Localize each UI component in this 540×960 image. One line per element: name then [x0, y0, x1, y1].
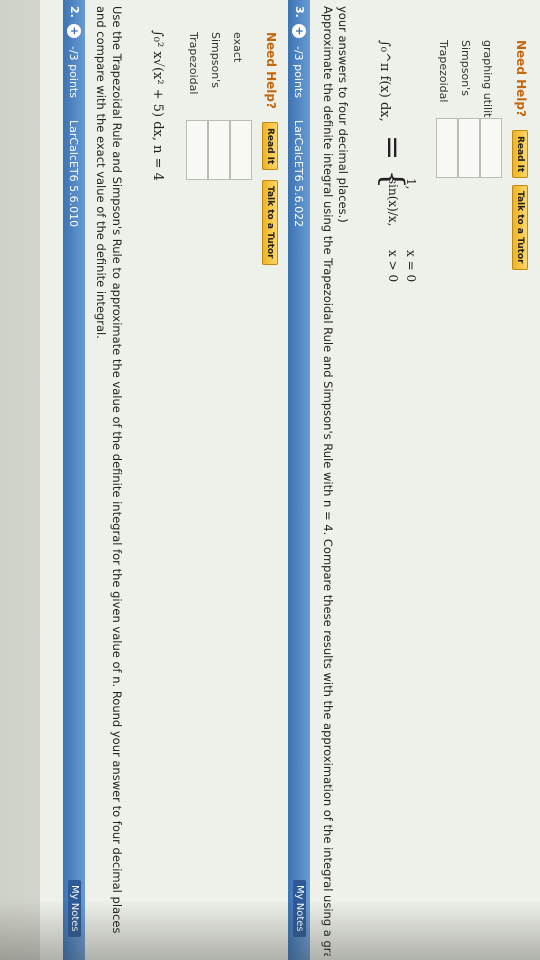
q3-input-simpsons[interactable] [458, 118, 480, 178]
q2-number: 2. [68, 6, 81, 18]
bottom-shade [0, 900, 540, 960]
q3-label-simpsons: Simpson's [459, 40, 472, 96]
q3-piece-2: 1, [404, 178, 418, 190]
q2-header: 2. + -/3 points LarCalcET6 5.6.010 My No… [63, 0, 85, 960]
q3-need-help: Need Help? [514, 40, 528, 117]
q2-plus-icon[interactable]: + [67, 24, 81, 38]
q3-input-graphing[interactable] [480, 118, 502, 178]
q2-id: LarCalcET6 5.6.010 [67, 120, 80, 228]
q2-points: -/3 points [67, 46, 80, 98]
q2-label-trapezoidal: Trapezoidal [187, 32, 200, 95]
q3-piece-2-cond: x = 0 [404, 250, 418, 283]
q2-instruction: Use the Trapezoidal Rule and Simpson's R… [94, 6, 124, 934]
q3-instruction-line1: Approximate the definite integral using … [321, 6, 335, 956]
q2-input-trapezoidal[interactable] [186, 120, 208, 180]
q2-label-simpsons: Simpson's [209, 32, 222, 88]
rotated-page: 2. + -/3 points LarCalcET6 5.6.010 My No… [40, 0, 540, 960]
q2-need-help: Need Help? [264, 32, 278, 109]
q3-talk-tutor-button[interactable]: Talk to a Tutor [512, 185, 528, 270]
q2-input-simpsons[interactable] [208, 120, 230, 180]
q2-label-exact: exact [231, 32, 244, 63]
q3-plus-icon[interactable]: + [292, 24, 306, 38]
q3-header: 3. + -/3 points LarCalcET6 5.6.022 My No… [288, 0, 310, 960]
q3-label-graphing: graphing utility [481, 40, 494, 124]
q3-read-it-button[interactable]: Read It [512, 130, 528, 179]
q2-input-exact[interactable] [230, 120, 252, 180]
q3-input-trapezoidal[interactable] [436, 118, 458, 178]
q3-piece-1-cond: x > 0 [386, 250, 400, 283]
q3-points: -/3 points [292, 46, 305, 98]
q3-label-trapezoidal: Trapezoidal [437, 40, 450, 103]
q2-talk-tutor-button[interactable]: Talk to a Tutor [262, 180, 278, 265]
q3-integral: ∫₀^π f(x) dx, [377, 40, 392, 122]
q3-instruction-line2: your answers to four decimal places.) [336, 6, 350, 223]
q3-piece-1: sin(x)/x, [386, 178, 400, 227]
q2-read-it-button[interactable]: Read It [262, 122, 278, 171]
q3-id: LarCalcET6 5.6.022 [292, 120, 305, 228]
q3-number: 3. [293, 6, 306, 18]
q2-integral: ∫₀² x√(x² + 5) dx, n = 4 [150, 30, 165, 181]
